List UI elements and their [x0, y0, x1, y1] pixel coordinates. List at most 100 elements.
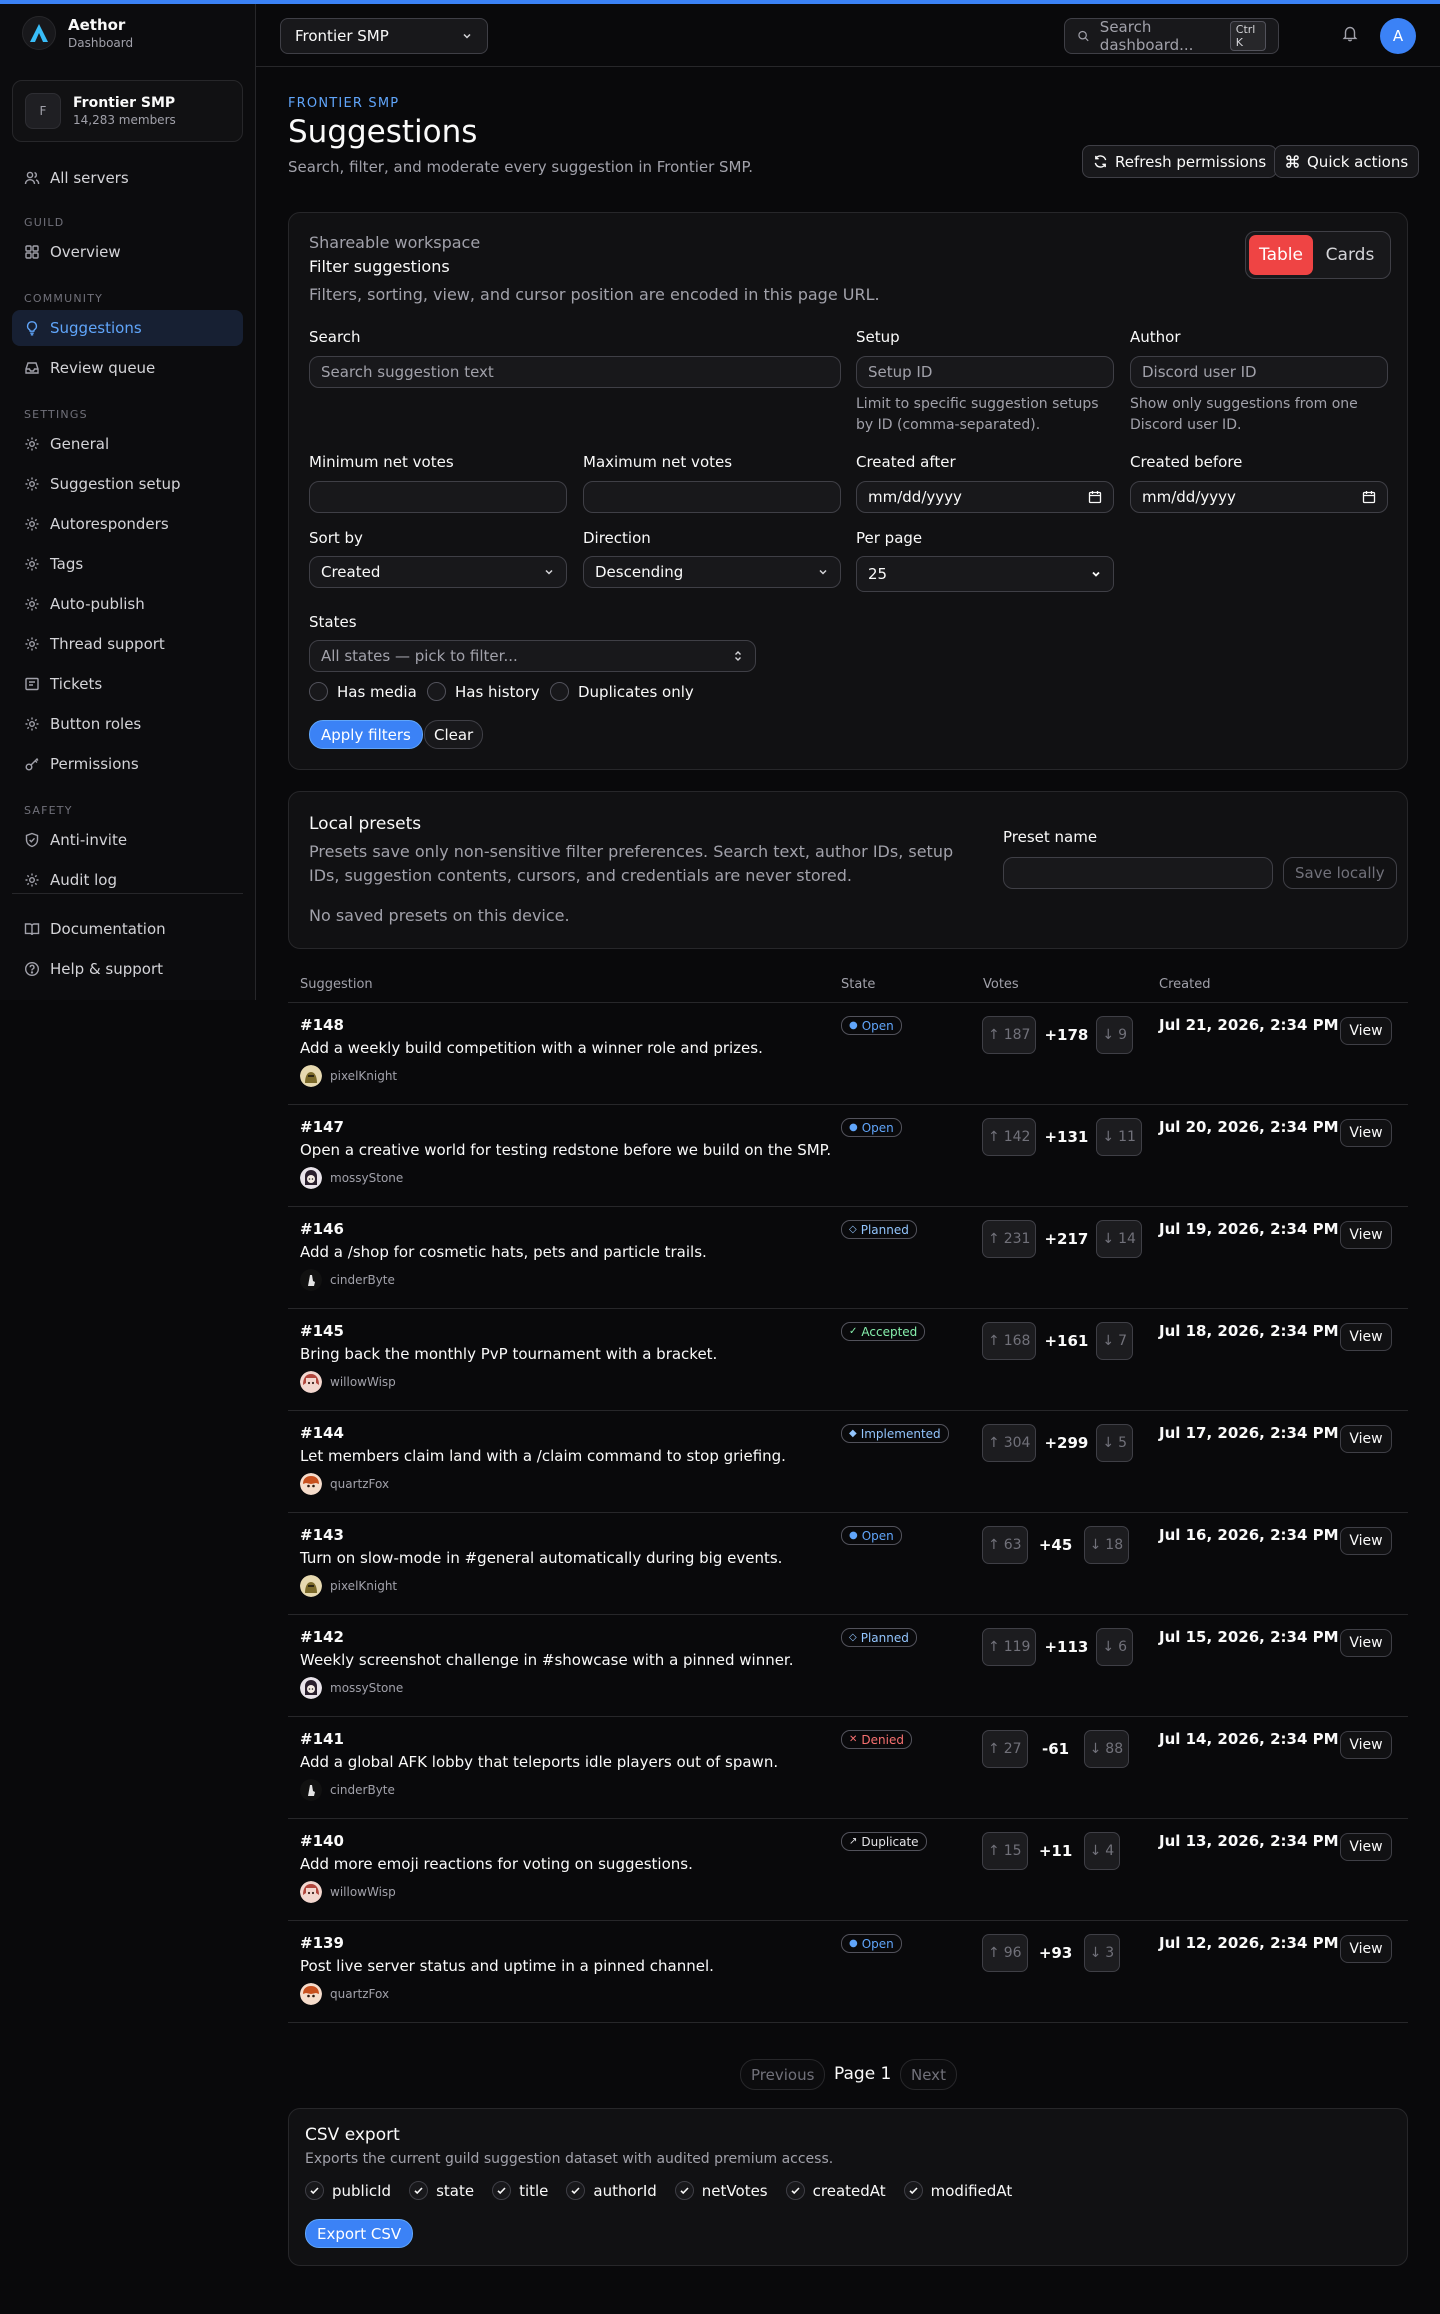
direction-select[interactable]: Descending — [583, 556, 841, 588]
table-row[interactable]: #144 Let members claim land with a /claim… — [288, 1411, 1408, 1513]
downvote-button[interactable]: ↓ 9 — [1096, 1016, 1134, 1054]
upvote-button[interactable]: ↑ 15 — [982, 1832, 1028, 1870]
has-history-checkbox[interactable]: Has history — [427, 682, 540, 701]
has-media-checkbox[interactable]: Has media — [309, 682, 417, 701]
upvote-button[interactable]: ↑ 63 — [982, 1526, 1028, 1564]
view-button[interactable]: View — [1340, 1527, 1392, 1555]
downvote-button[interactable]: ↓ 14 — [1096, 1220, 1142, 1258]
author-id-input[interactable]: Discord user ID — [1130, 356, 1388, 388]
suggestion-id[interactable]: #146 — [300, 1220, 344, 1238]
csv-column-option[interactable]: title — [492, 2181, 548, 2200]
setup-id-input[interactable]: Setup ID — [856, 356, 1114, 388]
view-button[interactable]: View — [1340, 1323, 1392, 1351]
sidebar-item-overview[interactable]: Overview — [12, 234, 243, 270]
sidebar-item-suggestion-setup[interactable]: Suggestion setup — [12, 466, 243, 502]
table-row[interactable]: #141 Add a global AFK lobby that teleport… — [288, 1717, 1408, 1819]
upvote-button[interactable]: ↑ 119 — [982, 1628, 1037, 1666]
csv-column-option[interactable]: state — [409, 2181, 474, 2200]
sidebar-item-all-servers[interactable]: All servers — [12, 160, 243, 196]
view-cards-button[interactable]: Cards — [1316, 235, 1384, 275]
csv-column-option[interactable]: modifiedAt — [903, 2181, 1012, 2200]
suggestion-author[interactable]: mossyStone — [300, 1677, 403, 1699]
sidebar-item-review-queue[interactable]: Review queue — [12, 350, 243, 386]
downvote-button[interactable]: ↓ 3 — [1083, 1934, 1121, 1972]
downvote-button[interactable]: ↓ 5 — [1096, 1424, 1134, 1462]
table-row[interactable]: #139 Post live server status and uptime i… — [288, 1921, 1408, 2023]
downvote-button[interactable]: ↓ 18 — [1083, 1526, 1130, 1564]
suggestion-id[interactable]: #143 — [300, 1526, 344, 1544]
suggestion-author[interactable]: quartzFox — [300, 1983, 389, 2005]
csv-column-option[interactable]: createdAt — [785, 2181, 886, 2200]
suggestion-id[interactable]: #147 — [300, 1118, 344, 1136]
sidebar-item-thread-support[interactable]: Thread support — [12, 626, 243, 662]
downvote-button[interactable]: ↓ 88 — [1083, 1730, 1130, 1768]
view-button[interactable]: View — [1340, 1221, 1392, 1249]
column-header-votes[interactable]: Votes — [983, 977, 1019, 992]
view-button[interactable]: View — [1340, 1425, 1392, 1453]
previous-page-button[interactable]: Previous — [740, 2059, 826, 2090]
created-before-input[interactable]: mm/dd/yyyy — [1130, 481, 1388, 513]
dashboard-search-input[interactable]: Search dashboard... Ctrl K — [1064, 18, 1279, 54]
suggestion-id[interactable]: #142 — [300, 1628, 344, 1646]
csv-column-option[interactable]: publicId — [305, 2181, 391, 2200]
suggestion-author[interactable]: cinderByte — [300, 1779, 395, 1801]
clear-filters-button[interactable]: Clear — [424, 720, 484, 749]
suggestion-id[interactable]: #141 — [300, 1730, 344, 1748]
guild-select[interactable]: Frontier SMP — [280, 18, 488, 54]
suggestion-id[interactable]: #148 — [300, 1016, 344, 1034]
downvote-button[interactable]: ↓ 4 — [1083, 1832, 1121, 1870]
sidebar-item-help[interactable]: Help & support — [12, 951, 243, 987]
view-button[interactable]: View — [1340, 1935, 1392, 1963]
min-net-votes-input[interactable] — [309, 481, 567, 513]
notifications-button[interactable] — [1341, 24, 1359, 42]
sidebar-item-permissions[interactable]: Permissions — [12, 746, 243, 782]
created-after-input[interactable]: mm/dd/yyyy — [856, 481, 1114, 513]
max-net-votes-input[interactable] — [583, 481, 841, 513]
csv-column-option[interactable]: netVotes — [674, 2181, 768, 2200]
apply-filters-button[interactable]: Apply filters — [309, 720, 423, 749]
sidebar-item-tags[interactable]: Tags — [12, 546, 243, 582]
downvote-button[interactable]: ↓ 7 — [1096, 1322, 1134, 1360]
duplicates-only-checkbox[interactable]: Duplicates only — [550, 682, 694, 701]
table-row[interactable]: #140 Add more emoji reactions for voting … — [288, 1819, 1408, 1921]
upvote-button[interactable]: ↑ 27 — [982, 1730, 1028, 1768]
table-row[interactable]: #143 Turn on slow-mode in #general automa… — [288, 1513, 1408, 1615]
sort-by-select[interactable]: Created — [309, 556, 567, 588]
suggestion-author[interactable]: willowWisp — [300, 1881, 396, 1903]
csv-column-option[interactable]: authorId — [566, 2181, 657, 2200]
user-avatar[interactable]: A — [1380, 18, 1416, 54]
upvote-button[interactable]: ↑ 187 — [982, 1016, 1037, 1054]
suggestion-search-input[interactable]: Search suggestion text — [309, 356, 841, 388]
table-row[interactable]: #145 Bring back the monthly PvP tournamen… — [288, 1309, 1408, 1411]
view-button[interactable]: View — [1340, 1017, 1392, 1045]
per-page-select[interactable]: 25 — [856, 556, 1114, 592]
quick-actions-button[interactable]: Quick actions — [1274, 145, 1420, 178]
save-locally-button[interactable]: Save locally — [1283, 857, 1397, 889]
column-header-created[interactable]: Created — [1159, 977, 1210, 992]
suggestion-id[interactable]: #144 — [300, 1424, 344, 1442]
table-row[interactable]: #142 Weekly screenshot challenge in #show… — [288, 1615, 1408, 1717]
upvote-button[interactable]: ↑ 142 — [982, 1118, 1037, 1156]
preset-name-input[interactable] — [1003, 857, 1273, 889]
view-button[interactable]: View — [1340, 1731, 1392, 1759]
refresh-permissions-button[interactable]: Refresh permissions — [1082, 145, 1278, 178]
sidebar-item-button-roles[interactable]: Button roles — [12, 706, 243, 742]
suggestion-id[interactable]: #139 — [300, 1934, 344, 1952]
view-button[interactable]: View — [1340, 1119, 1392, 1147]
view-table-button[interactable]: Table — [1249, 235, 1313, 275]
suggestion-author[interactable]: quartzFox — [300, 1473, 389, 1495]
sidebar-item-suggestions[interactable]: Suggestions — [12, 310, 243, 346]
export-csv-button[interactable]: Export CSV — [305, 2219, 414, 2248]
sidebar-item-tickets[interactable]: Tickets — [12, 666, 243, 702]
sidebar-item-auto-publish[interactable]: Auto-publish — [12, 586, 243, 622]
upvote-button[interactable]: ↑ 96 — [982, 1934, 1028, 1972]
column-header-suggestion[interactable]: Suggestion — [300, 977, 373, 992]
suggestion-id[interactable]: #140 — [300, 1832, 344, 1850]
upvote-button[interactable]: ↑ 231 — [982, 1220, 1037, 1258]
table-row[interactable]: #146 Add a /shop for cosmetic hats, pets … — [288, 1207, 1408, 1309]
view-button[interactable]: View — [1340, 1833, 1392, 1861]
sidebar-item-general[interactable]: General — [12, 426, 243, 462]
upvote-button[interactable]: ↑ 304 — [982, 1424, 1037, 1462]
upvote-button[interactable]: ↑ 168 — [982, 1322, 1037, 1360]
table-row[interactable]: #147 Open a creative world for testing re… — [288, 1105, 1408, 1207]
